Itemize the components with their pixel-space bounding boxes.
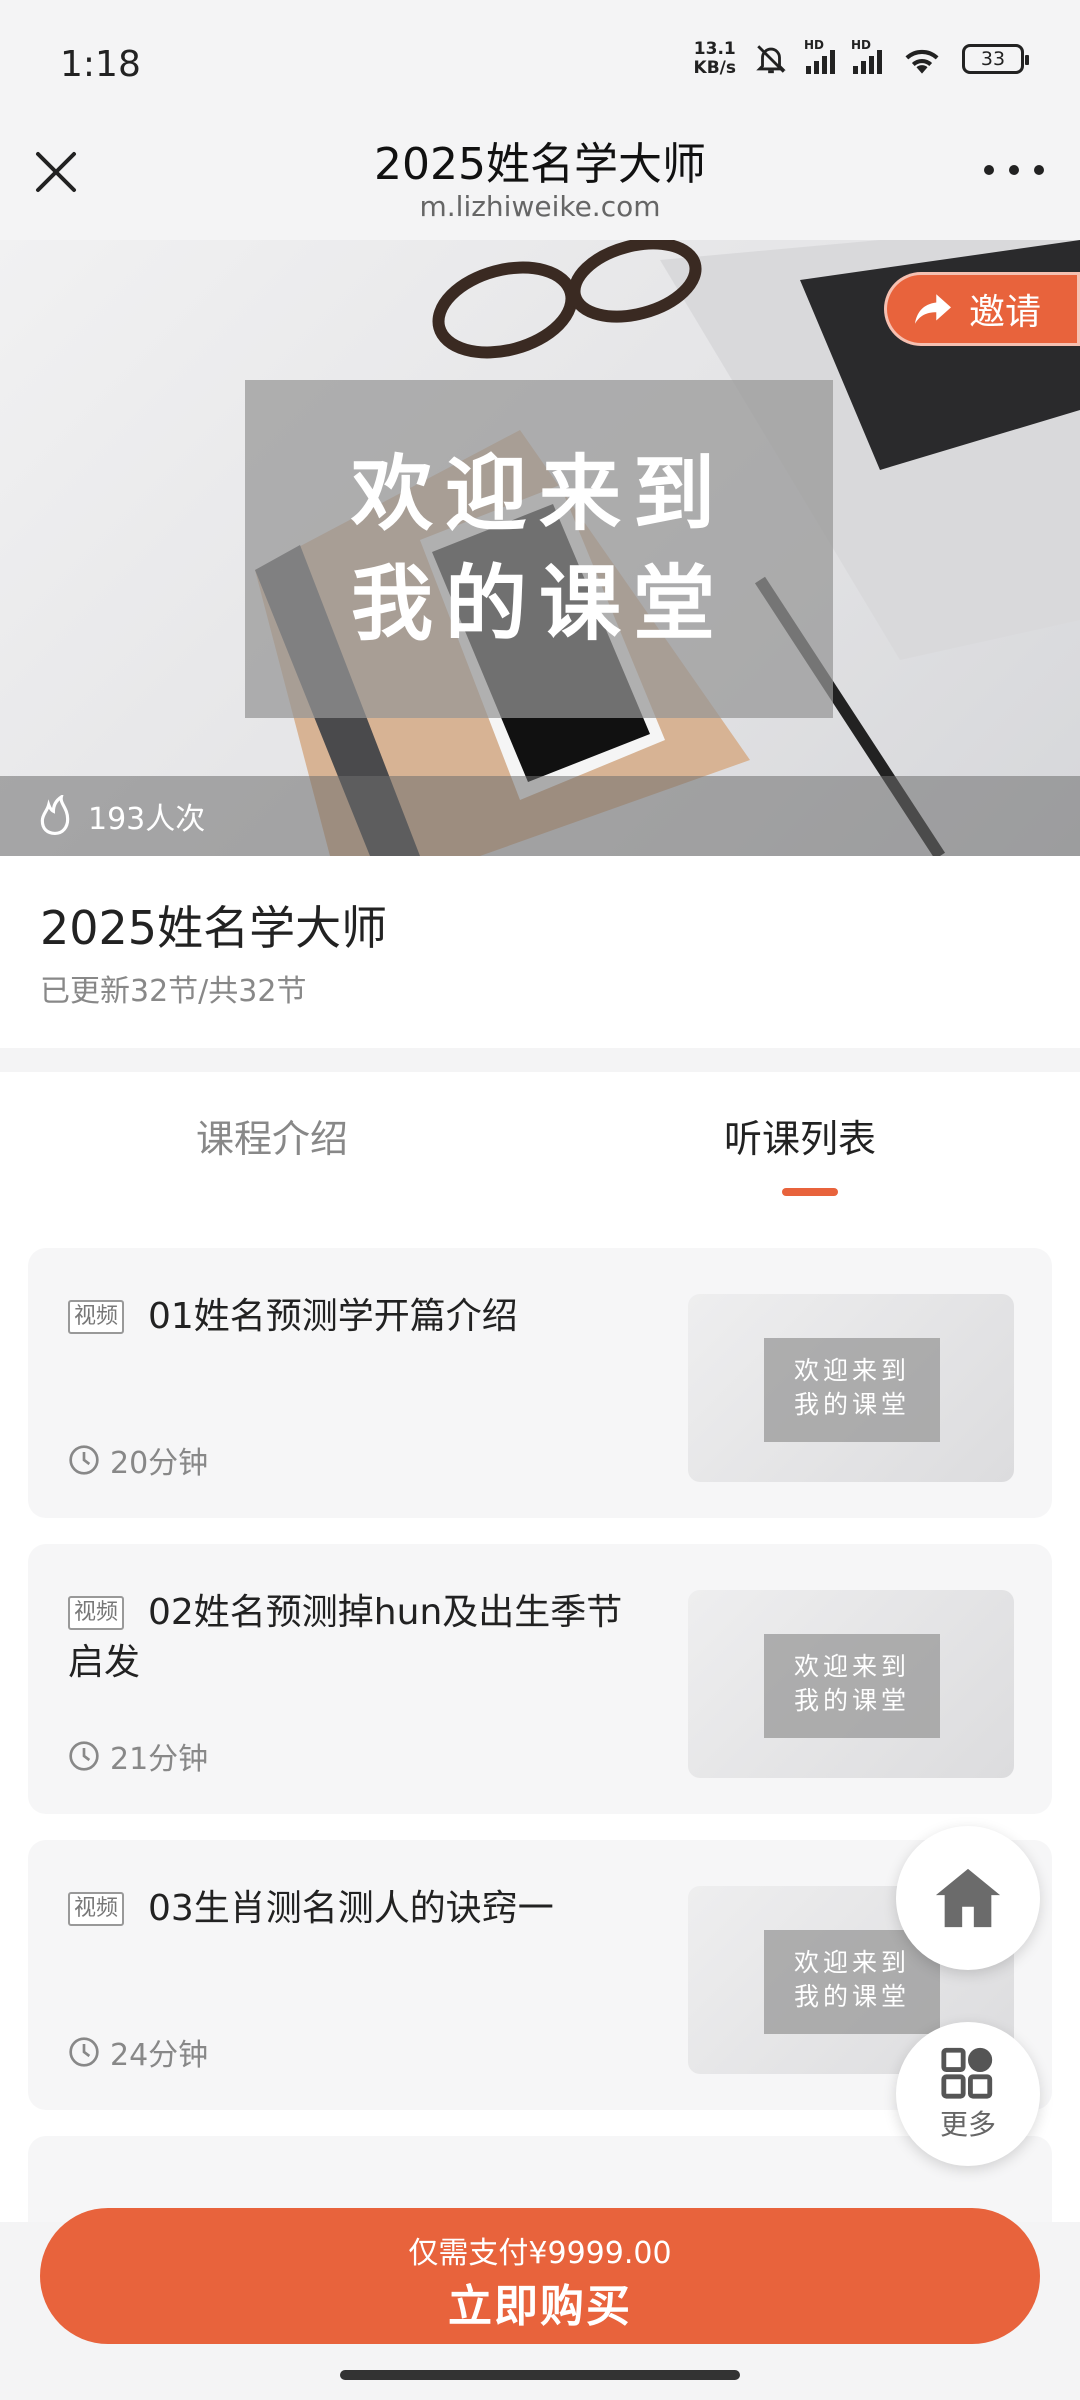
video-badge: 视频 xyxy=(68,1300,125,1334)
lesson-duration: 24分钟 xyxy=(68,2030,208,2074)
tab-course-intro[interactable]: 课程介绍 xyxy=(196,1108,348,1163)
page-title: 2025姓名学大师 xyxy=(374,139,706,190)
clock-icon xyxy=(69,1741,99,1771)
course-info: 2025姓名学大师 已更新32节/共32节 xyxy=(0,856,1080,1048)
more-button[interactable]: 更多 xyxy=(896,2022,1040,2166)
home-icon xyxy=(935,1868,1001,1928)
tab-lesson-list[interactable]: 听课列表 xyxy=(724,1108,876,1163)
home-button[interactable] xyxy=(896,1826,1040,1970)
clock-icon xyxy=(69,1445,99,1475)
update-status: 已更新32节/共32节 xyxy=(40,974,307,1009)
share-arrow-icon xyxy=(915,294,951,324)
dot-icon xyxy=(1009,165,1019,175)
battery-icon: 33 xyxy=(962,44,1029,74)
buy-now-button[interactable]: 仅需支付¥9999.00 立即购买 xyxy=(40,2208,1040,2344)
wifi-icon xyxy=(905,49,939,74)
lesson-title: 03生肖测名测人的诀窍一 xyxy=(148,1888,554,1929)
bell-muted-icon xyxy=(756,45,786,74)
banner-welcome-text: 欢迎来到 我的课堂 xyxy=(350,447,727,652)
status-time: 1:18 xyxy=(60,44,141,85)
more-menu-button[interactable] xyxy=(984,150,1044,190)
flame-icon xyxy=(40,795,70,836)
more-label: 更多 xyxy=(939,2108,996,2141)
dot-icon xyxy=(984,165,994,175)
price-text: 仅需支付¥9999.00 xyxy=(408,2236,672,2271)
lesson-duration: 21分钟 xyxy=(68,1734,208,1778)
course-banner: 欢迎来到 我的课堂 邀请 193人次 xyxy=(0,240,1080,856)
lesson-title: 01姓名预测学开篇介绍 xyxy=(148,1296,518,1337)
lesson-thumbnail: 欢迎来到 我的课堂 xyxy=(688,1294,1014,1482)
cell-signal-icon: HD xyxy=(851,38,882,74)
tab-bar: 课程介绍 听课列表 xyxy=(0,1072,1080,1202)
lesson-thumbnail: 欢迎来到 我的课堂 xyxy=(688,1590,1014,1778)
home-indicator xyxy=(340,2370,740,2380)
grid-icon xyxy=(941,2047,993,2099)
lesson-card[interactable]: 02姓名预测掉hun及出生季节启发 视频 21分钟 欢迎来到 我的课堂 xyxy=(28,1544,1052,1814)
page-url: m.lizhiweike.com xyxy=(419,190,661,223)
net-speed: 13.1 KB/s xyxy=(693,39,736,78)
buy-label: 立即购买 xyxy=(448,2281,632,2332)
status-icons: 13.1 KB/s HD HD 33 xyxy=(693,38,1029,78)
dot-icon xyxy=(1034,165,1044,175)
video-badge: 视频 xyxy=(68,1892,125,1926)
status-bar: 1:18 13.1 KB/s HD HD 33 xyxy=(0,0,1080,130)
invite-button[interactable]: 邀请 xyxy=(884,272,1080,346)
cell-signal-icon: HD xyxy=(804,38,835,74)
view-count: 193人次 xyxy=(0,776,1080,856)
course-title: 2025姓名学大师 xyxy=(40,901,388,955)
lesson-duration: 20分钟 xyxy=(68,1438,208,1482)
video-badge: 视频 xyxy=(68,1596,125,1630)
title-bar: 2025姓名学大师 m.lizhiweike.com xyxy=(0,120,1080,240)
clock-icon xyxy=(69,2037,99,2067)
lesson-card[interactable]: 01姓名预测学开篇介绍 视频 20分钟 欢迎来到 我的课堂 xyxy=(28,1248,1052,1518)
lesson-title: 02姓名预测掉hun及出生季节启发 xyxy=(68,1592,623,1683)
active-tab-indicator xyxy=(782,1188,838,1196)
